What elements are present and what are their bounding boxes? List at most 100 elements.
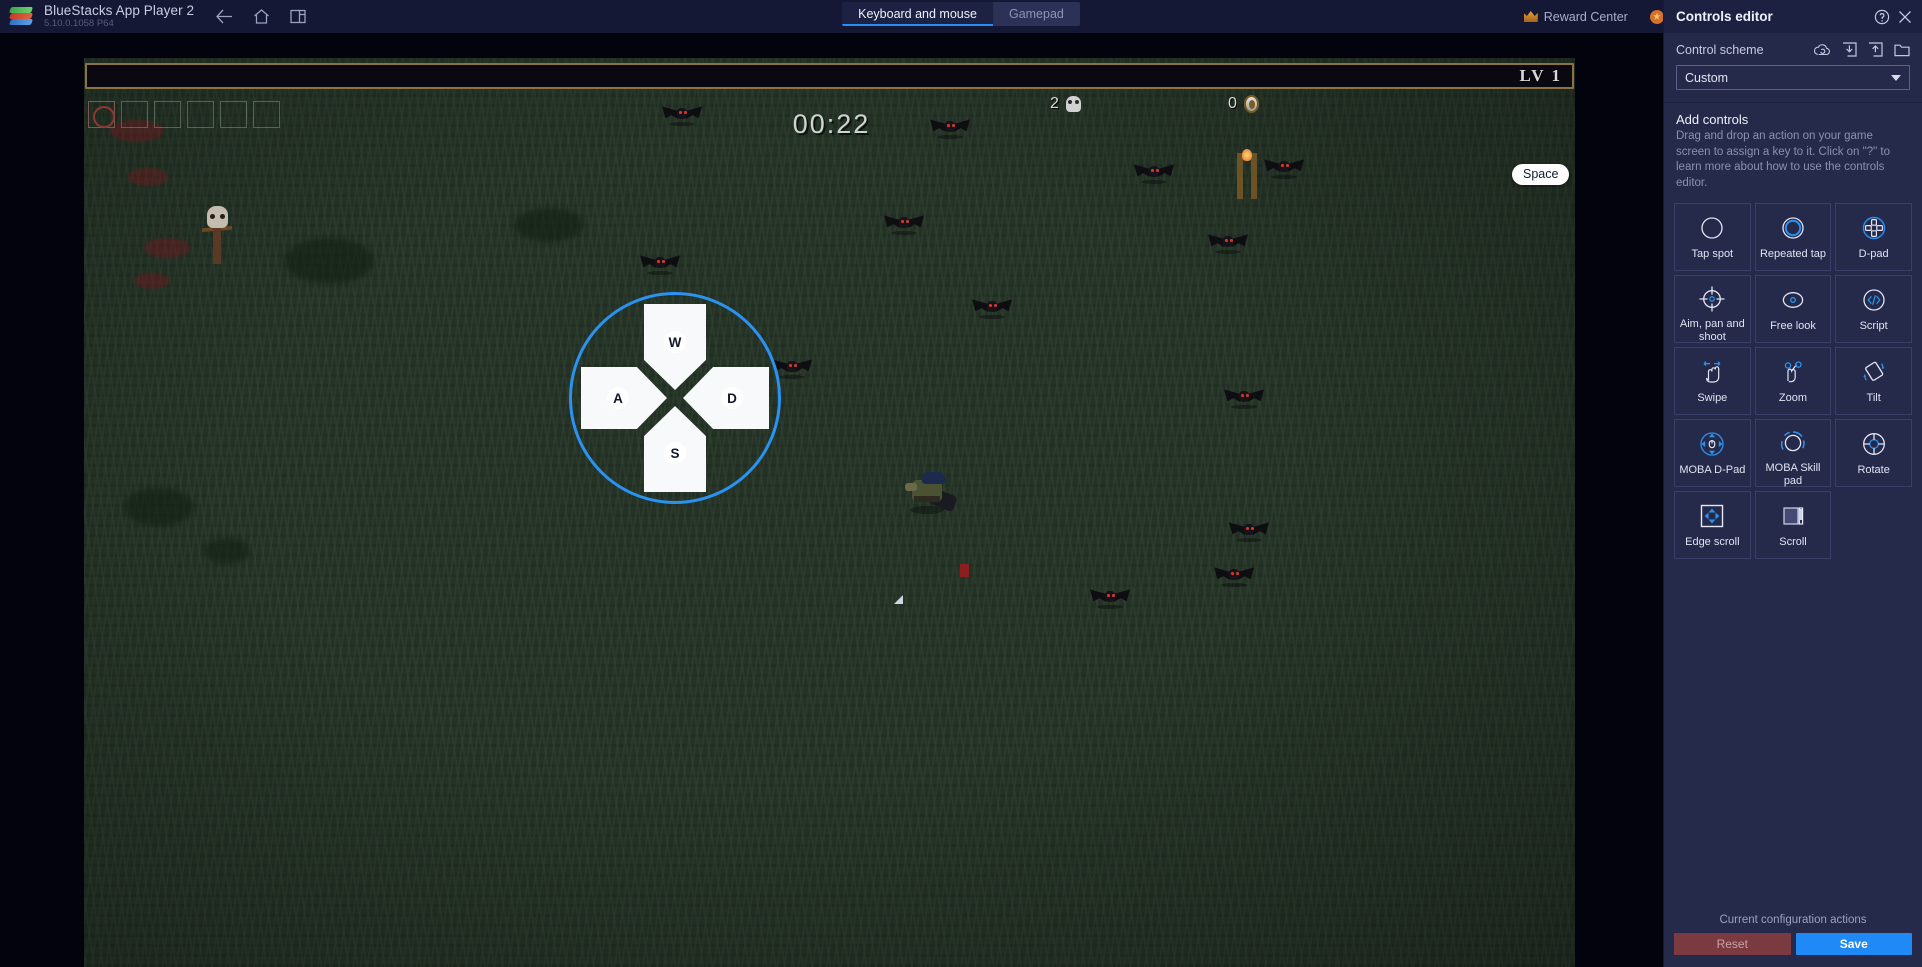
control-card-d-pad[interactable]: D-pad <box>1835 203 1912 272</box>
bat-enemy <box>972 298 1012 319</box>
controls-grid: Tap spot Repeated tap D-pad Aim, pan and… <box>1664 195 1922 560</box>
game-timer: 00:22 <box>792 109 871 139</box>
app-title-block: BlueStacks App Player 2 5.10.0.1058 P64 <box>44 3 194 29</box>
bluestacks-logo-icon <box>8 6 34 27</box>
control-card-label: Scroll <box>1779 536 1807 549</box>
control-card-moba-skill-pad[interactable]: MOBA Skill pad <box>1754 419 1832 488</box>
edge-scroll-icon <box>1698 501 1726 531</box>
bat-enemy <box>1134 163 1174 184</box>
free-look-icon <box>1779 285 1807 315</box>
control-scheme-row: Control scheme <box>1676 42 1910 57</box>
level-indicator: LV 1 <box>1519 66 1562 85</box>
d-pad-icon <box>1861 213 1887 243</box>
moba-skill-pad-icon <box>1779 429 1807 457</box>
help-circle-icon[interactable] <box>1874 9 1890 25</box>
save-button[interactable]: Save <box>1795 933 1912 955</box>
bat-enemy <box>1214 566 1254 587</box>
coin-counter: 0 <box>1228 95 1259 113</box>
panel-header: Controls editor <box>1664 0 1922 33</box>
bat-enemy <box>1090 588 1130 609</box>
control-card-zoom[interactable]: Zoom <box>1754 347 1832 416</box>
control-scheme-label: Control scheme <box>1676 42 1764 57</box>
tab-gamepad[interactable]: Gamepad <box>992 2 1080 26</box>
bush-decor <box>124 488 194 526</box>
control-card-script[interactable]: Script <box>1835 275 1912 344</box>
reset-button[interactable]: Reset <box>1674 933 1791 955</box>
bat-enemy <box>1224 388 1264 409</box>
dpad-left-key-label: A <box>607 387 629 409</box>
skull-totem-sprite <box>202 206 232 264</box>
nav-icons <box>216 9 306 24</box>
control-card-label: Aim, pan and shoot <box>1679 318 1745 344</box>
control-card-tap-spot[interactable]: Tap spot <box>1674 203 1751 272</box>
control-card-label: D-pad <box>1858 248 1889 261</box>
control-card-label: Tilt <box>1866 392 1881 405</box>
repeated-tap-icon <box>1780 213 1806 243</box>
control-card-repeated-tap[interactable]: Repeated tap <box>1754 203 1832 272</box>
back-icon[interactable] <box>216 9 233 24</box>
zoom-icon <box>1779 357 1807 387</box>
control-scheme-select[interactable]: Custom <box>1676 65 1910 90</box>
control-card-label: Tap spot <box>1691 248 1734 261</box>
control-card-label: Script <box>1859 320 1888 333</box>
kill-counter: 2 <box>1050 95 1081 113</box>
coin-count-value: 0 <box>1228 95 1237 112</box>
dpad-resize-handle[interactable] <box>894 595 903 604</box>
control-card-label: Repeated tap <box>1759 248 1827 261</box>
add-controls-title: Add controls <box>1676 112 1749 127</box>
close-icon[interactable] <box>1898 10 1912 24</box>
reward-center-button[interactable]: Reward Center <box>1513 0 1639 33</box>
player-character-sprite <box>904 470 959 514</box>
panel-title: Controls editor <box>1676 9 1773 24</box>
tab-keyboard-and-mouse[interactable]: Keyboard and mouse <box>842 2 993 26</box>
reward-center-label: Reward Center <box>1543 9 1628 24</box>
coin-icon <box>1243 95 1259 113</box>
bush-decor <box>514 208 584 242</box>
experience-bar: LV 1 <box>85 63 1574 89</box>
import-icon[interactable] <box>1842 42 1857 57</box>
torch-sprite <box>1234 149 1260 199</box>
skull-icon <box>1065 96 1081 112</box>
game-viewport[interactable]: LV 1 00:22 2 0 Space W A D S <box>0 33 1663 967</box>
control-card-tilt[interactable]: Tilt <box>1835 347 1912 416</box>
control-card-swipe[interactable]: Swipe <box>1674 347 1751 416</box>
control-card-label: MOBA D-Pad <box>1679 464 1746 477</box>
control-card-free-look[interactable]: Free look <box>1754 275 1832 344</box>
control-card-scroll[interactable]: Scroll <box>1754 491 1832 560</box>
add-controls-block: Add controls Drag and drop an action on … <box>1664 103 1922 195</box>
bat-enemy <box>884 214 924 235</box>
home-icon[interactable] <box>253 9 270 24</box>
control-card-label: Edge scroll <box>1685 536 1740 549</box>
titlebar: BlueStacks App Player 2 5.10.0.1058 P64 … <box>0 0 1922 33</box>
game-field[interactable] <box>84 58 1575 967</box>
cloud-sync-icon[interactable] <box>1814 43 1831 57</box>
bat-enemy <box>1264 158 1304 179</box>
control-card-label: Free look <box>1770 320 1816 333</box>
export-icon[interactable] <box>1868 42 1883 57</box>
space-key-hint[interactable]: Space <box>1512 164 1570 185</box>
crown-icon <box>1524 11 1538 22</box>
control-card-label: MOBA Skill pad <box>1765 462 1821 488</box>
kill-count-value: 2 <box>1050 95 1059 112</box>
footer-label: Current configuration actions <box>1719 914 1867 926</box>
script-icon <box>1861 285 1887 315</box>
control-card-label: Rotate <box>1857 464 1890 477</box>
blood-splat <box>134 273 170 289</box>
control-scheme-block: Control scheme Custom <box>1664 33 1922 103</box>
aim-pan-shoot-icon <box>1698 285 1726 313</box>
tilt-icon <box>1860 357 1888 387</box>
control-card-moba-d-pad[interactable]: MOBA D-Pad <box>1674 419 1751 488</box>
multi-instance-icon[interactable] <box>290 9 306 24</box>
blood-splat <box>144 238 190 258</box>
control-card-edge-scroll[interactable]: Edge scroll <box>1674 491 1751 560</box>
chevron-down-icon <box>1891 74 1901 81</box>
vignette-overlay <box>84 58 1575 967</box>
control-card-rotate[interactable]: Rotate <box>1835 419 1912 488</box>
panel-footer: Current configuration actions Reset Save <box>1664 904 1922 967</box>
add-controls-description: Drag and drop an action on your game scr… <box>1676 130 1890 189</box>
dpad-control-overlay[interactable]: W A D S <box>569 292 781 504</box>
dpad-up-key-label: W <box>664 331 686 353</box>
control-card-aim-pan-and-shoot[interactable]: Aim, pan and shoot <box>1674 275 1751 343</box>
folder-icon[interactable] <box>1894 43 1910 57</box>
tap-spot-icon <box>1699 213 1725 243</box>
